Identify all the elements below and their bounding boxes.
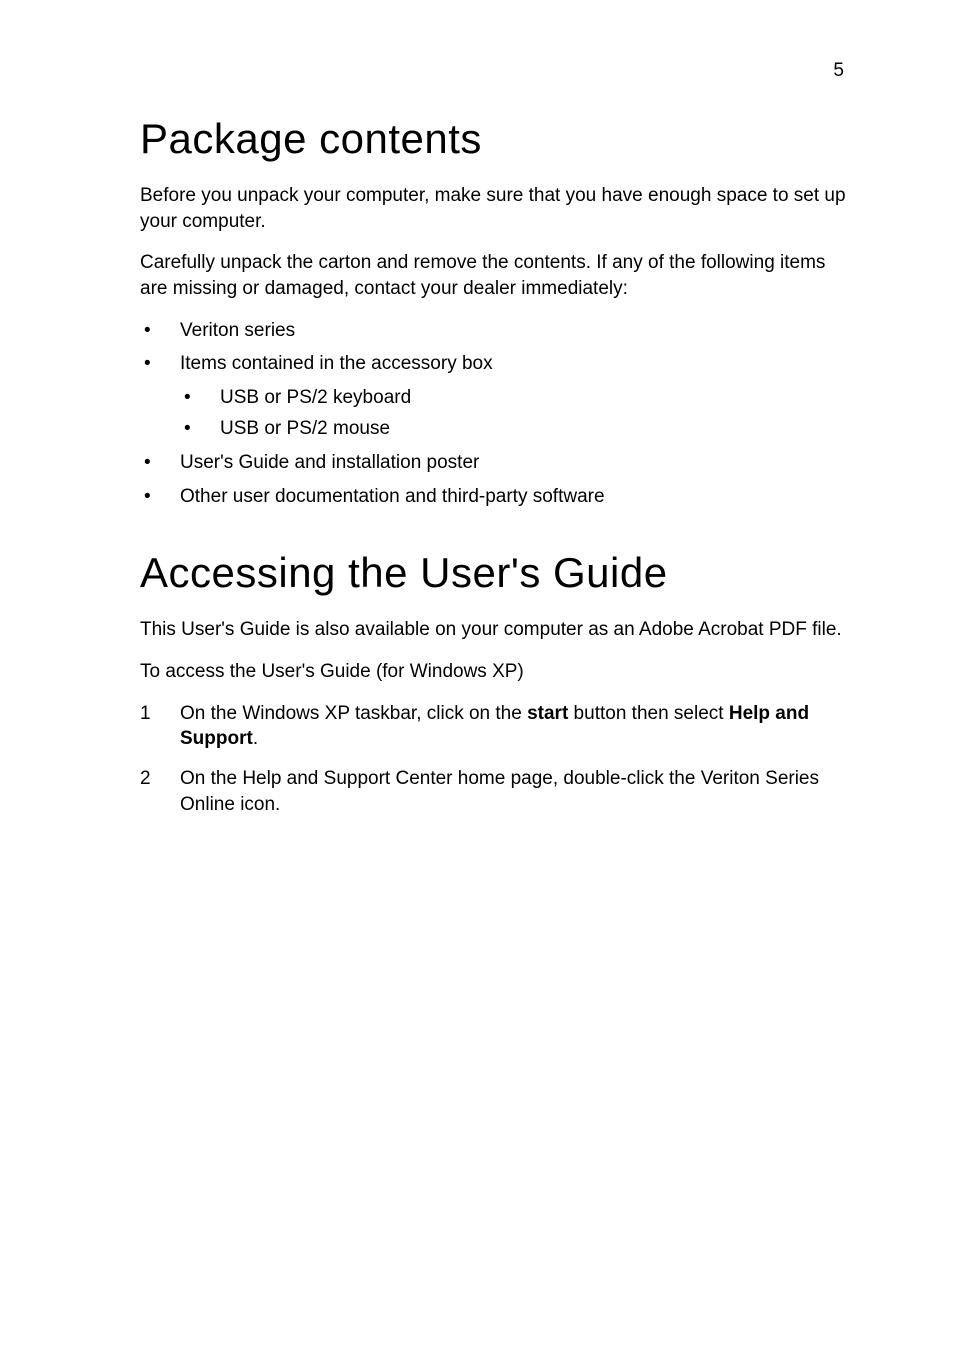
list-item: Other user documentation and third-party… [140, 484, 854, 510]
step-text: On the Help and Support Center home page… [180, 768, 819, 815]
paragraph: To access the User's Guide (for Windows … [140, 659, 854, 685]
paragraph: Carefully unpack the carton and remove t… [140, 250, 854, 301]
bullet-list: Veriton series Items contained in the ac… [140, 318, 854, 510]
list-item: Items contained in the accessory box USB… [140, 351, 854, 442]
heading-package-contents: Package contents [140, 115, 854, 163]
paragraph: Before you unpack your computer, make su… [140, 183, 854, 234]
nested-bullet-list: USB or PS/2 keyboard USB or PS/2 mouse [180, 385, 854, 442]
list-item: USB or PS/2 mouse [180, 416, 854, 442]
heading-accessing-user-guide: Accessing the User's Guide [140, 549, 854, 597]
list-item-text: Items contained in the accessory box [180, 353, 493, 374]
list-item: 2 On the Help and Support Center home pa… [140, 766, 854, 817]
list-item: USB or PS/2 keyboard [180, 385, 854, 411]
page-content: Package contents Before you unpack your … [140, 115, 854, 817]
bold-text: start [527, 703, 568, 724]
paragraph: This User's Guide is also available on y… [140, 617, 854, 643]
step-number: 2 [140, 766, 151, 792]
step-text-part: button then select [568, 703, 729, 724]
list-item: 1 On the Windows XP taskbar, click on th… [140, 701, 854, 752]
step-number: 1 [140, 701, 151, 727]
numbered-list: 1 On the Windows XP taskbar, click on th… [140, 701, 854, 818]
step-text-part: On the Windows XP taskbar, click on the [180, 703, 527, 724]
step-text-part: . [253, 728, 258, 749]
list-item: Veriton series [140, 318, 854, 344]
page-number: 5 [833, 60, 844, 82]
list-item: User's Guide and installation poster [140, 450, 854, 476]
